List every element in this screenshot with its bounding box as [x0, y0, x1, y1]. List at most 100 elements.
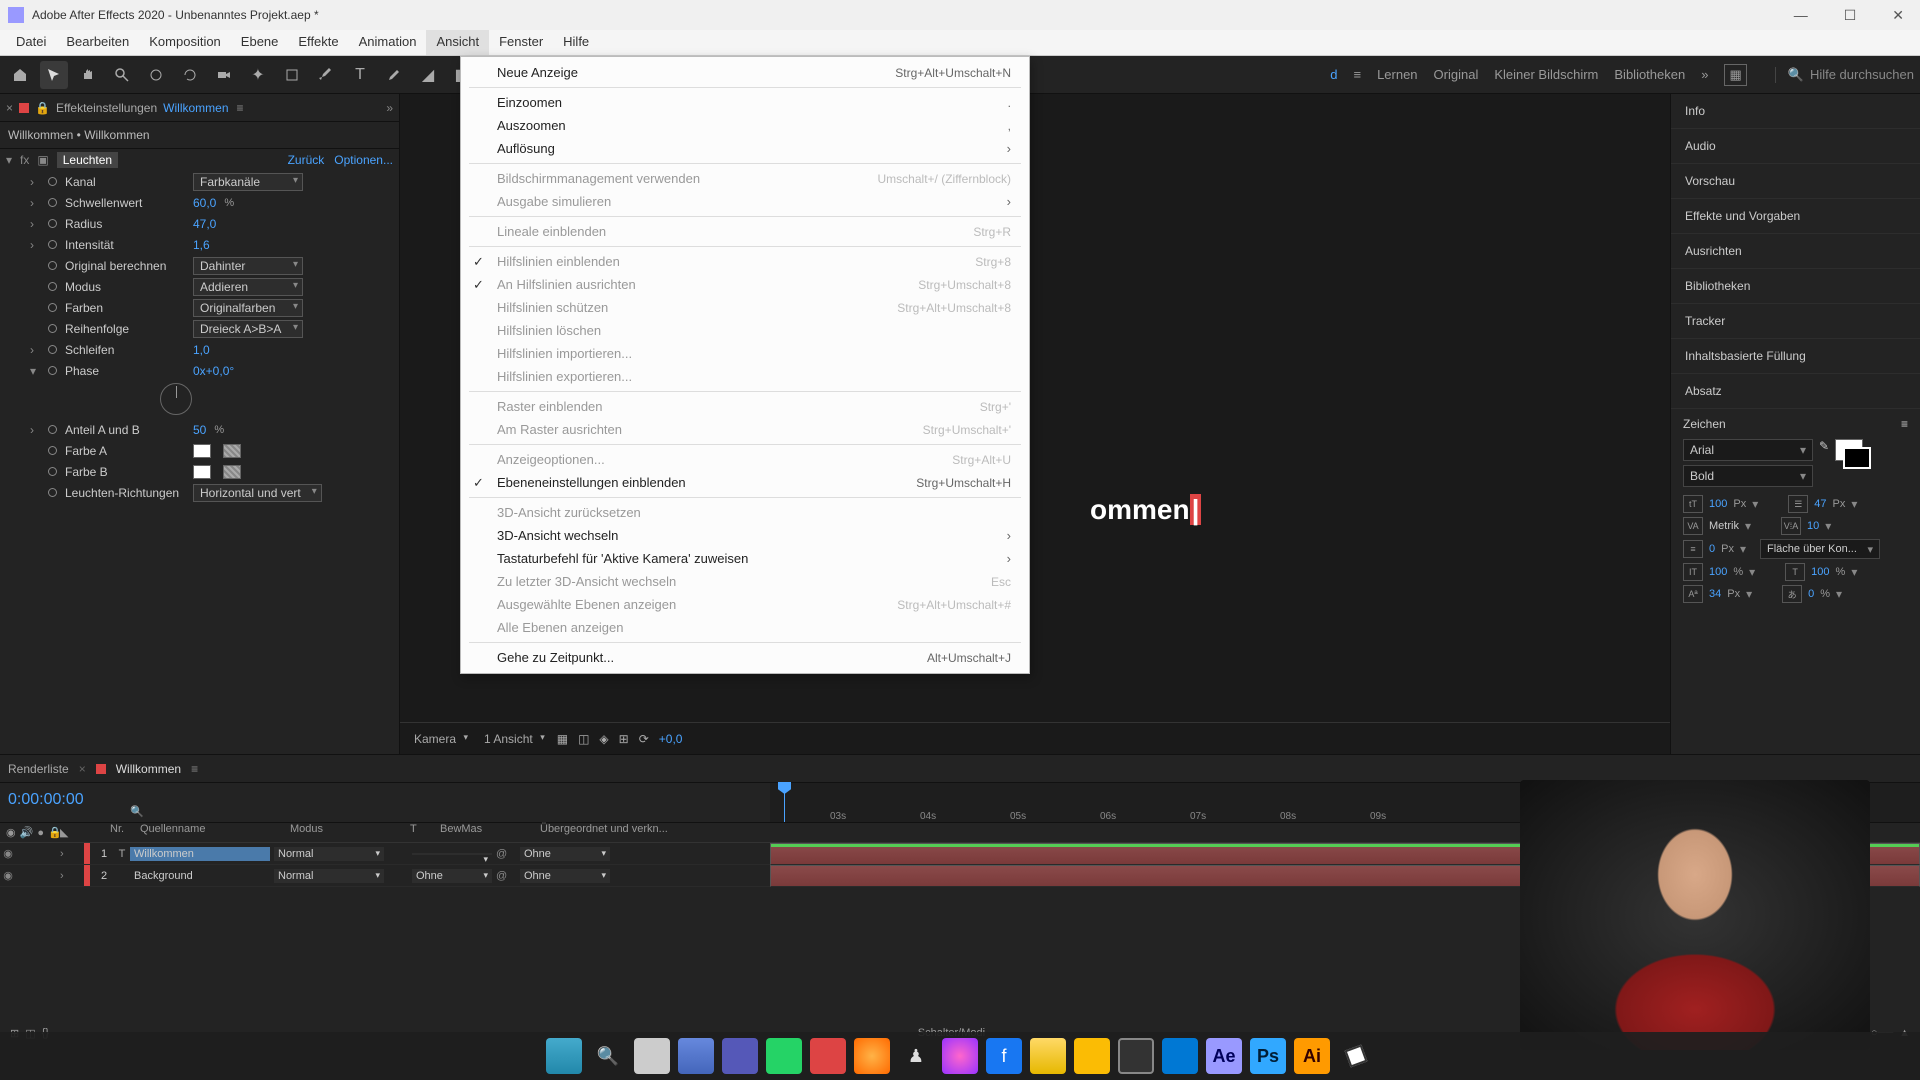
orbit-tool[interactable]: [142, 61, 170, 89]
menuitem-einzoomen[interactable]: Einzoomen.: [461, 91, 1029, 114]
maximize-button[interactable]: ☐: [1836, 3, 1865, 28]
taskbar-messenger[interactable]: [942, 1038, 978, 1074]
taskbar-search-icon[interactable]: 🔍: [590, 1038, 626, 1074]
effect-options-link[interactable]: Optionen...: [334, 153, 393, 167]
hand-tool[interactable]: [74, 61, 102, 89]
taskbar-teams[interactable]: [722, 1038, 758, 1074]
color-b-swatch[interactable]: [193, 465, 211, 479]
taskbar-taskview[interactable]: [678, 1038, 714, 1074]
track-matte-select[interactable]: Ohne: [412, 869, 492, 883]
hscale-value[interactable]: 100: [1811, 566, 1829, 578]
video-toggle-icon[interactable]: ◉: [6, 826, 16, 839]
effect-name[interactable]: Leuchten: [57, 152, 118, 168]
help-search[interactable]: 🔍 Hilfe durchsuchen: [1775, 67, 1914, 83]
tab-menu-icon[interactable]: ≡: [237, 101, 244, 115]
effect-reset-link[interactable]: Zurück: [288, 153, 325, 167]
prop-phase-value[interactable]: 0x+0,0°: [193, 364, 234, 378]
mask-toggle-icon[interactable]: ◫: [578, 732, 589, 746]
panel-vorschau[interactable]: Vorschau: [1671, 164, 1920, 199]
playhead[interactable]: [784, 783, 785, 822]
panel-inhaltsbasierte-f-llung[interactable]: Inhaltsbasierte Füllung: [1671, 339, 1920, 374]
prop-modus-value[interactable]: Addieren: [193, 278, 303, 296]
layer-color-icon[interactable]: [84, 865, 90, 886]
fx-icon[interactable]: fx: [20, 153, 29, 167]
panel-absatz[interactable]: Absatz: [1671, 374, 1920, 409]
baseline-value[interactable]: 34: [1709, 588, 1721, 600]
color-b-picker-icon[interactable]: [223, 465, 241, 479]
taskbar-app-2[interactable]: [810, 1038, 846, 1074]
parent-select[interactable]: Ohne: [520, 847, 610, 861]
menu-animation[interactable]: Animation: [349, 30, 427, 55]
tsume-value[interactable]: 0: [1808, 588, 1814, 600]
stroke-color-swatch[interactable]: [1843, 447, 1871, 469]
rect-tool[interactable]: [278, 61, 306, 89]
exposure-value[interactable]: +0,0: [659, 732, 683, 746]
workspace-libs[interactable]: Bibliotheken: [1614, 67, 1685, 82]
taskbar-obs[interactable]: [1118, 1038, 1154, 1074]
layer-color-icon[interactable]: [84, 843, 90, 864]
kerning-value[interactable]: Metrik: [1709, 520, 1739, 532]
brush-tool[interactable]: [380, 61, 408, 89]
tracking-value[interactable]: 10: [1807, 520, 1819, 532]
menu-effekte[interactable]: Effekte: [288, 30, 348, 55]
visibility-toggle-icon[interactable]: ◉: [0, 847, 16, 860]
char-panel-title[interactable]: Zeichen: [1683, 417, 1726, 431]
tab-welcome[interactable]: Willkommen: [163, 101, 228, 115]
taskbar-whatsapp[interactable]: [766, 1038, 802, 1074]
audio-toggle-icon[interactable]: 🔊: [20, 826, 34, 839]
prop-radius-value[interactable]: 47,0: [193, 217, 216, 231]
taskbar-vscode[interactable]: [1162, 1038, 1198, 1074]
phase-dial[interactable]: [160, 383, 192, 415]
taskbar-facebook[interactable]: f: [986, 1038, 1022, 1074]
parent-pickwhip-icon[interactable]: @: [496, 870, 516, 882]
prop-schleifen-value[interactable]: 1,0: [193, 343, 210, 357]
workspace-small[interactable]: Kleiner Bildschirm: [1494, 67, 1598, 82]
taskbar-app-5[interactable]: [1338, 1038, 1374, 1074]
menuitem-3d-ansicht-wechseln[interactable]: 3D-Ansicht wechseln›: [461, 524, 1029, 547]
tab-close-icon[interactable]: ×: [79, 762, 86, 776]
workspace-grid-icon[interactable]: ▦: [1724, 64, 1746, 86]
comp-tab[interactable]: Willkommen: [116, 762, 181, 776]
taskbar-aftereffects[interactable]: Ae: [1206, 1038, 1242, 1074]
taskbar-explorer[interactable]: [1030, 1038, 1066, 1074]
viewer-views-select[interactable]: 1 Ansicht: [480, 731, 547, 747]
menu-datei[interactable]: Datei: [6, 30, 56, 55]
effect-toggle-arrow[interactable]: ▾: [6, 153, 12, 167]
menu-ebene[interactable]: Ebene: [231, 30, 289, 55]
clone-tool[interactable]: ◢: [414, 61, 442, 89]
char-panel-menu-icon[interactable]: ≡: [1901, 417, 1908, 431]
expand-arrow-icon[interactable]: ›: [60, 848, 80, 860]
panel-effekte-und-vorgaben[interactable]: Effekte und Vorgaben: [1671, 199, 1920, 234]
menuitem-aufl-sung[interactable]: Auflösung›: [461, 137, 1029, 160]
prop-richtungen-value[interactable]: Horizontal und vert: [193, 484, 322, 502]
menuitem-neue-anzeige[interactable]: Neue AnzeigeStrg+Alt+Umschalt+N: [461, 61, 1029, 84]
panel-info[interactable]: Info: [1671, 94, 1920, 129]
menuitem-ebeneneinstellungen-einblenden[interactable]: ✓Ebeneneinstellungen einblendenStrg+Umsc…: [461, 471, 1029, 494]
menuitem-gehe-zu-zeitpunkt-[interactable]: Gehe zu Zeitpunkt...Alt+Umschalt+J: [461, 646, 1029, 669]
viewer-camera-select[interactable]: Kamera: [410, 731, 470, 747]
prop-original-value[interactable]: Dahinter: [193, 257, 303, 275]
taskbar-firefox[interactable]: [854, 1038, 890, 1074]
camera-tool[interactable]: [210, 61, 238, 89]
taskbar-photoshop[interactable]: Ps: [1250, 1038, 1286, 1074]
effect-header[interactable]: ▾ fx ▣ Leuchten Zurück Optionen...: [0, 149, 399, 171]
taskbar-app-1[interactable]: [634, 1038, 670, 1074]
zoom-tool[interactable]: [108, 61, 136, 89]
refresh-icon[interactable]: ⟳: [639, 732, 649, 746]
visibility-toggle-icon[interactable]: ◉: [0, 869, 16, 882]
minimize-button[interactable]: —: [1786, 3, 1816, 28]
close-button[interactable]: ✕: [1884, 3, 1912, 28]
prop-intensitat-value[interactable]: 1,6: [193, 238, 210, 252]
eyedropper-icon[interactable]: ✎: [1819, 439, 1829, 453]
tab-close-icon[interactable]: ×: [6, 101, 13, 115]
workspace-learn[interactable]: Lernen: [1377, 67, 1417, 82]
panel-bibliotheken[interactable]: Bibliotheken: [1671, 269, 1920, 304]
menu-fenster[interactable]: Fenster: [489, 30, 553, 55]
tab-effect-settings[interactable]: Effekteinstellungen: [56, 101, 157, 115]
timeline-layer[interactable]: ◉ › 1 T Willkommen Normal @ Ohne: [0, 843, 770, 865]
workspace-original[interactable]: Original: [1434, 67, 1479, 82]
layer-name[interactable]: Willkommen: [130, 847, 270, 861]
layer-name[interactable]: Background: [130, 869, 270, 883]
grid-toggle-icon[interactable]: ▦: [557, 732, 568, 746]
taskbar-app-4[interactable]: [1074, 1038, 1110, 1074]
